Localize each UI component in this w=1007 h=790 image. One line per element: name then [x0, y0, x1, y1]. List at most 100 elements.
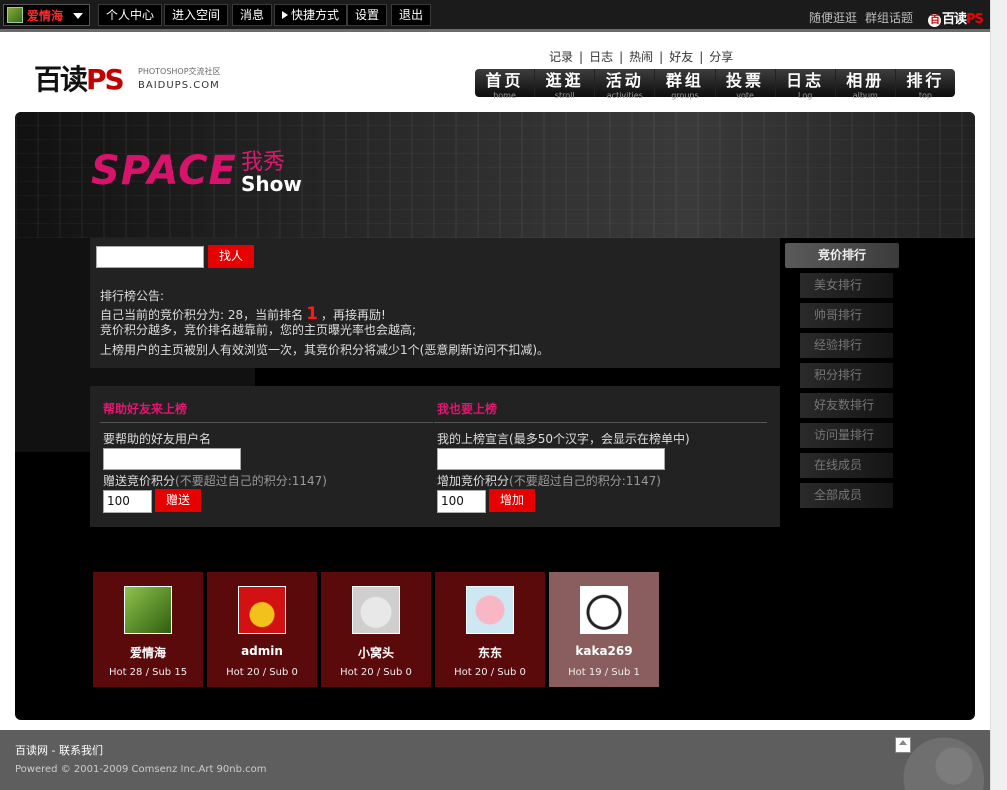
cartoon-cat-avatar-icon[interactable]: [580, 586, 628, 634]
friend-username-label: 要帮助的好友用户名: [103, 432, 212, 446]
footer-contact-link[interactable]: 联系我们: [59, 744, 103, 757]
footer-site-link[interactable]: 百读网: [15, 744, 48, 757]
subnav-share[interactable]: 分享: [709, 50, 733, 64]
footer: 百读网 - 联系我们 Powered © 2001-2009 Comsenz I…: [0, 730, 990, 790]
user-card[interactable]: admin Hot 20 / Sub 0: [207, 572, 317, 687]
add-credit-hint: (不要超过自己的积分:1147): [509, 474, 661, 488]
tab-points-ranking[interactable]: 积分排行: [800, 363, 893, 388]
user-avatar-icon: [7, 7, 23, 23]
nav-top-label: 排行: [906, 71, 945, 90]
logout-link[interactable]: 退出: [391, 4, 432, 26]
pink-girl-avatar-icon[interactable]: [466, 586, 514, 634]
user-card[interactable]: 小窝头 Hot 20 / Sub 0: [321, 572, 431, 687]
user-stat: Hot 28 / Sub 15: [108, 667, 188, 678]
nav-activities[interactable]: 活动 activities: [595, 69, 656, 100]
user-name[interactable]: 东东: [435, 644, 545, 661]
nav-vote-label: 投票: [726, 71, 765, 90]
user-card[interactable]: kaka269 Hot 19 / Sub 1: [549, 572, 659, 687]
nav-vote[interactable]: 投票 vote: [716, 69, 776, 100]
tab-visits-ranking[interactable]: 访问量排行: [800, 423, 893, 448]
declaration-text: 我的上榜宣言: [437, 432, 510, 446]
tab-bid-ranking[interactable]: 竞价排行: [785, 243, 899, 268]
announcement-title: 排行榜公告:: [100, 289, 165, 303]
declaration-label: 我的上榜宣言(最多50个汉字，会显示在榜单中): [437, 430, 690, 447]
username-label: 爱情海: [27, 8, 64, 23]
logo-circle-icon: 百: [928, 14, 941, 27]
tab-handsome-ranking[interactable]: 帅哥排行: [800, 303, 893, 328]
subnav-record[interactable]: 记录: [549, 50, 573, 64]
nav-groups[interactable]: 群组 groups: [655, 69, 716, 100]
user-menu-dropdown[interactable]: 爱情海: [3, 4, 90, 26]
scrollbar[interactable]: [990, 0, 1007, 790]
user-card[interactable]: 东东 Hot 20 / Sub 0: [435, 572, 545, 687]
announcement-box: 找人 排行榜公告: 自己当前的竞价积分为: 28，当前排名 1 ，再接再励! 竞价积…: [90, 238, 780, 368]
messages-link[interactable]: 消息: [232, 4, 273, 26]
logo-subtitle: PHOTOSHOP交流社区: [138, 67, 221, 76]
footer-copyright: Powered © 2001-2009 Comsenz Inc.Art 90nb…: [15, 764, 267, 775]
nav-stroll-en: stroll: [554, 91, 575, 100]
add-credit-input[interactable]: 100: [437, 490, 486, 513]
friend-username-input[interactable]: [103, 448, 241, 470]
user-stat: Hot 20 / Sub 0: [226, 667, 298, 678]
give-credit-input[interactable]: 100: [103, 490, 152, 513]
home-icon[interactable]: [895, 737, 911, 753]
separator: |: [619, 50, 624, 64]
chevron-down-icon: [73, 13, 83, 19]
nav-log[interactable]: 日志 Log: [776, 69, 836, 100]
arrow-right-icon: [282, 11, 288, 19]
group-topics-link[interactable]: 群组话题: [865, 9, 913, 26]
user-name[interactable]: 小窝头: [321, 644, 431, 661]
add-credit-text: 增加竞价积分: [437, 474, 510, 488]
find-people-button[interactable]: 找人: [208, 245, 254, 268]
nav-stroll[interactable]: 逛逛 stroll: [535, 69, 596, 100]
tab-all-members[interactable]: 全部成员: [800, 483, 893, 508]
tab-beauty-ranking[interactable]: 美女排行: [800, 273, 893, 298]
add-button[interactable]: 增加: [489, 489, 535, 512]
rabbit-avatar-icon[interactable]: [238, 586, 286, 634]
nav-album-label: 相册: [846, 71, 885, 90]
give-button[interactable]: 赠送: [155, 489, 201, 512]
separator: |: [659, 50, 664, 64]
subnav-hot[interactable]: 热闹: [629, 50, 653, 64]
user-stat: Hot 20 / Sub 0: [340, 667, 412, 678]
user-card[interactable]: 爱情海 Hot 28 / Sub 15: [93, 572, 203, 687]
user-name[interactable]: 爱情海: [93, 644, 203, 661]
main-navigation: 首页 home 逛逛 stroll 活动 activities 群组 groups 投票…: [475, 69, 955, 100]
settings-link[interactable]: 设置: [347, 4, 388, 26]
site-logo[interactable]: 百读PS PHOTOSHOP交流社区 BAIDUPS.COM: [34, 58, 221, 98]
shortcuts-label: 快捷方式: [291, 8, 340, 22]
user-name[interactable]: admin: [207, 644, 317, 658]
tab-friends-ranking[interactable]: 好友数排行: [800, 393, 893, 418]
subnav-log[interactable]: 日志: [589, 50, 613, 64]
space-show-title: SPACE 我秀 Show: [91, 148, 302, 196]
random-browse-link[interactable]: 随便逛逛: [809, 9, 857, 26]
user-stat: Hot 20 / Sub 0: [454, 667, 526, 678]
tab-online-members[interactable]: 在线成员: [800, 453, 893, 478]
declaration-input[interactable]: [437, 448, 665, 470]
nav-stroll-label: 逛逛: [545, 71, 584, 90]
logo-main-text: 百读: [34, 63, 88, 96]
nav-home[interactable]: 首页 home: [475, 69, 536, 100]
give-credit-hint: (不要超过自己的积分:1147): [175, 474, 327, 488]
cat-avatar-icon[interactable]: [352, 586, 400, 634]
top-logo[interactable]: 百百读PS: [928, 8, 984, 27]
top-logo-ps: PS: [966, 12, 984, 27]
ranking-panel: SPACE 我秀 Show 找人 排行榜公告: 自己当前的竞价积分为: 28，当…: [15, 112, 975, 720]
subnav-friends[interactable]: 好友: [669, 50, 693, 64]
nav-top-en: top: [918, 91, 932, 100]
nav-log-label: 日志: [786, 71, 825, 90]
search-input[interactable]: [96, 246, 204, 268]
personal-center-link[interactable]: 个人中心: [98, 4, 163, 26]
user-name[interactable]: kaka269: [549, 644, 659, 658]
shortcuts-link[interactable]: 快捷方式: [274, 4, 348, 26]
footer-links: 百读网 - 联系我们: [15, 742, 103, 758]
enter-space-link[interactable]: 进入空间: [164, 4, 229, 26]
nav-home-label: 首页: [485, 71, 524, 90]
green-face-avatar-icon[interactable]: [124, 586, 172, 634]
nav-top[interactable]: 排行 top: [896, 69, 955, 100]
separator: |: [699, 50, 704, 64]
nav-log-en: Log: [798, 91, 813, 100]
divider: [100, 422, 433, 423]
tab-experience-ranking[interactable]: 经验排行: [800, 333, 893, 358]
nav-album[interactable]: 相册 album: [836, 69, 896, 100]
